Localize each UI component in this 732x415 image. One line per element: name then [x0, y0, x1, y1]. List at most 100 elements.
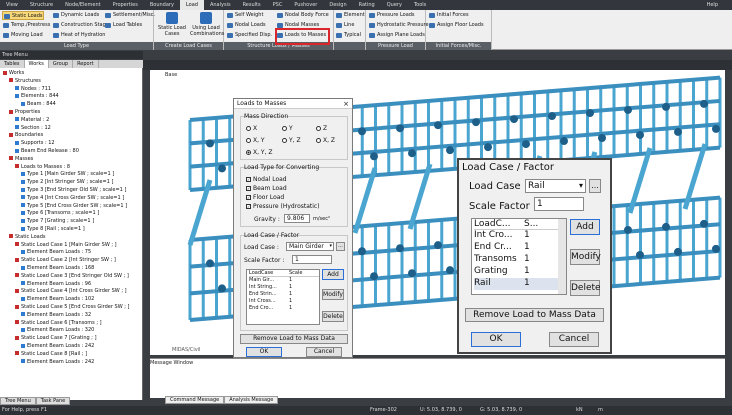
tree-item[interactable]: Masses: [9, 156, 33, 162]
hydrostatic-pressure-button[interactable]: Hydrostatic Pressure: [368, 21, 429, 30]
tree-item[interactable]: Type 3 [End Stringer Old SW ; scale=1 ]: [21, 187, 126, 193]
dynamic-loads-button[interactable]: Dynamic Loads: [52, 11, 99, 20]
menu-tab-structure[interactable]: Structure: [24, 0, 59, 10]
dir-xyz-radio[interactable]: X, Y, Z: [246, 149, 273, 156]
tree-item[interactable]: Section : 12: [15, 125, 51, 131]
list-row[interactable]: Transoms 1: [474, 254, 566, 266]
scale-factor-input[interactable]: 1: [292, 255, 332, 264]
tree-item[interactable]: Nodes : 711: [15, 86, 51, 92]
floor-load-checkbox[interactable]: ✓ Floor Load: [246, 194, 284, 201]
load-case-select[interactable]: Main Girder ▾: [286, 242, 334, 251]
list-row[interactable]: Int String... 1: [249, 284, 319, 291]
dir-x-radio[interactable]: X: [246, 125, 257, 132]
zoom-delete-button[interactable]: Delete: [570, 280, 601, 296]
static-load-cases-button[interactable]: Static Load Cases: [157, 11, 187, 37]
nodal-loads-button[interactable]: Nodal Loads: [226, 21, 266, 30]
status-length-unit[interactable]: m: [598, 406, 603, 415]
tree-tab-tables[interactable]: Tables: [0, 60, 25, 68]
tree-item[interactable]: Static Load Case 3 [End Stringer Old SW …: [15, 273, 129, 279]
tree-item[interactable]: Static Load Case 7 [Grating ; ]: [15, 335, 97, 341]
load-tables-button[interactable]: Load Tables: [104, 21, 142, 30]
load-case-browse-button[interactable]: ...: [336, 242, 345, 251]
tree-item[interactable]: Element Beam Loads : 168: [21, 265, 94, 271]
tree-item[interactable]: Structures: [9, 78, 41, 84]
assign-floor-loads-button[interactable]: Assign Floor Loads: [428, 21, 484, 30]
menu-tab-boundary[interactable]: Boundary: [144, 0, 180, 10]
task-pane-tab[interactable]: Task Pane: [35, 397, 71, 405]
tree-item[interactable]: Type 2 [Int Stringer SW ; scale=1 ]: [21, 179, 113, 185]
tree-item[interactable]: Beam End Release : 80: [15, 148, 79, 154]
pressure-checkbox[interactable]: ✓ Pressure (Hydrostatic): [246, 203, 320, 210]
load-case-list[interactable]: LoadCase Scale Main Gir... 1 Int String... 1…: [246, 269, 320, 325]
menu-tab-load[interactable]: Load: [179, 0, 204, 10]
zoom-load-case-select[interactable]: Rail ▾: [525, 179, 586, 193]
tree-item[interactable]: Type 1 [Main Girder SW ; scale=1 ]: [21, 171, 114, 177]
tree-item[interactable]: Static Load Case 6 [Transoms ; ]: [15, 320, 102, 326]
tree-item[interactable]: Type 8 [Rail ; scale=1 ]: [21, 226, 85, 232]
tree-item[interactable]: Element Beam Loads : 75: [21, 249, 91, 255]
zoom-browse-button[interactable]: ...: [589, 179, 601, 193]
help-link[interactable]: Help: [707, 2, 732, 8]
list-row[interactable]: Int Cross... 1: [249, 298, 319, 305]
tree-tab-group[interactable]: Group: [49, 60, 74, 68]
tree-item[interactable]: Static Load Case 1 [Main Girder SW ; ]: [15, 242, 117, 248]
construction-stage-button[interactable]: Construction Stage: [52, 21, 109, 30]
dir-yz-radio[interactable]: Y, Z: [282, 137, 301, 144]
tree-item[interactable]: Type 7 [Grating ; scale=1 ]: [21, 218, 94, 224]
menu-tab-pushover[interactable]: Pushover: [288, 0, 323, 10]
specified-disp-button[interactable]: Specified Disp.: [226, 31, 272, 40]
static-loads-button[interactable]: Static Loads: [2, 11, 44, 20]
gravity-input[interactable]: 9.806: [284, 214, 310, 223]
tree-item[interactable]: Type 5 [End Cross Girder SW ; scale=1 ]: [21, 203, 127, 209]
command-message-tab[interactable]: Command Message: [165, 396, 225, 404]
menu-tab-view[interactable]: View: [0, 0, 24, 10]
nodal-load-checkbox[interactable]: ✓ Nodal Load: [246, 176, 287, 183]
using-load-combinations-button[interactable]: Using Load Combinations: [190, 11, 224, 37]
moving-load-button[interactable]: Moving Load: [2, 31, 43, 40]
initial-forces-button[interactable]: Initial Forces: [428, 11, 469, 20]
list-row[interactable]: Grating 1: [474, 266, 566, 278]
assign-plane-loads-button[interactable]: Assign Plane Loads: [368, 31, 425, 40]
tree-item[interactable]: Static Load Case 2 [Int Stringer SW ; ]: [15, 257, 116, 263]
menu-tab-results[interactable]: Results: [237, 0, 267, 10]
line-loads-button[interactable]: Line: [335, 21, 354, 30]
remove-load-to-mass-button[interactable]: Remove Load to Mass Data: [240, 334, 348, 344]
typical-loads-button[interactable]: Typical: [335, 31, 361, 40]
dir-z-radio[interactable]: Z: [316, 125, 327, 132]
tree-item[interactable]: Loads to Masses : 8: [15, 164, 70, 170]
list-scrollbar[interactable]: [558, 219, 566, 294]
list-row[interactable]: End Cro... 1: [249, 305, 319, 312]
analysis-message-tab[interactable]: Analysis Message: [224, 396, 279, 404]
menu-tab-design[interactable]: Design: [323, 0, 352, 10]
tree-item[interactable]: Static Loads: [9, 234, 46, 240]
menu-tab-psc[interactable]: PSC: [267, 0, 289, 10]
zoom-modify-button[interactable]: Modify: [570, 249, 601, 265]
menu-tab-query[interactable]: Query: [381, 0, 408, 10]
tree-item[interactable]: Type 4 [Int Cross Girder SW ; scale=1 ]: [21, 195, 124, 201]
menu-tab-tools[interactable]: Tools: [408, 0, 432, 10]
list-row[interactable]: Rail 1: [474, 278, 566, 290]
zoom-cancel-button[interactable]: Cancel: [549, 332, 599, 347]
zoom-ok-button[interactable]: OK: [471, 332, 521, 347]
tree-item[interactable]: Works: [3, 70, 24, 76]
pressure-loads-button[interactable]: Pressure Loads: [368, 11, 415, 20]
tree-item[interactable]: Element Beam Loads : 320: [21, 327, 94, 333]
dir-xz-radio[interactable]: X, Z: [316, 137, 335, 144]
tree-item[interactable]: Element Beam Loads : 96: [21, 281, 91, 287]
zoom-remove-button[interactable]: Remove Load to Mass Data: [465, 308, 604, 322]
menu-tab-rating[interactable]: Rating: [353, 0, 381, 10]
tree-item[interactable]: Boundaries: [9, 132, 43, 138]
settlement-misc-button[interactable]: Settlement/Misc.: [104, 11, 155, 20]
tree-tab-works[interactable]: Works: [24, 60, 49, 68]
delete-button[interactable]: Delete: [322, 311, 344, 322]
self-weight-button[interactable]: Self Weight: [226, 11, 263, 20]
tree-item[interactable]: Beam : 844: [21, 101, 56, 107]
zoom-load-case-list[interactable]: LoadC... S... Int Cro... 1 End Cr... 1 Transo…: [471, 218, 567, 295]
heat-of-hydration-button[interactable]: Heat of Hydration: [52, 31, 105, 40]
tree-item[interactable]: Element Beam Loads : 32: [21, 312, 91, 318]
beam-load-checkbox[interactable]: ✓ Beam Load: [246, 185, 287, 192]
tree-menu-tab[interactable]: Tree Menu: [0, 397, 36, 405]
list-row[interactable]: Main Gir... 1: [249, 277, 319, 284]
tree-item[interactable]: Supports : 12: [15, 140, 55, 146]
dir-xy-radio[interactable]: X, Y: [246, 137, 265, 144]
